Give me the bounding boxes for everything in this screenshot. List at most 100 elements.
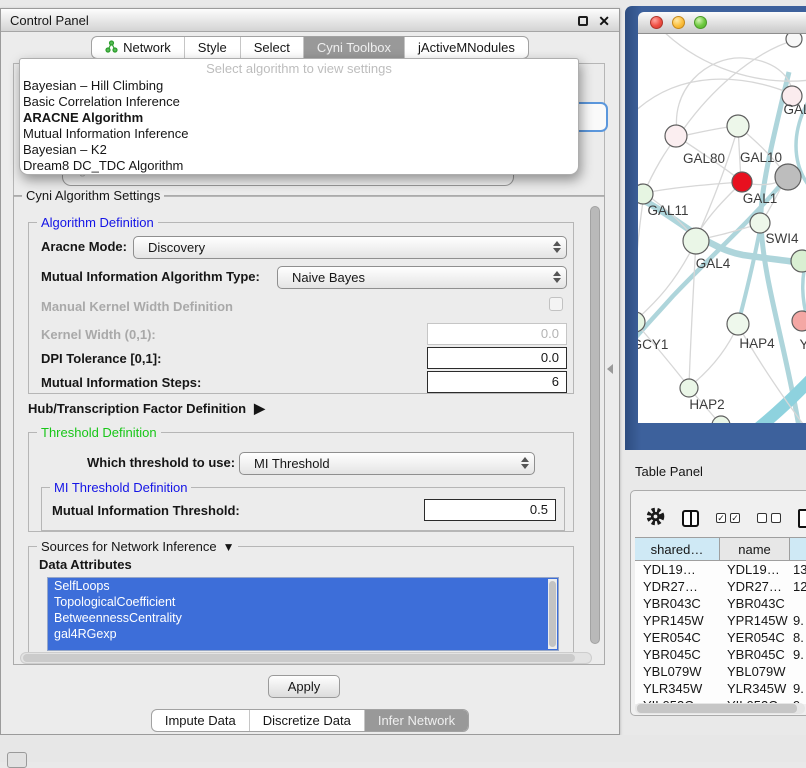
float-window-icon[interactable]	[578, 16, 588, 26]
column-header[interactable]: shared…	[635, 538, 719, 560]
network-node-hap4[interactable]	[727, 313, 749, 335]
network-node-gal4[interactable]	[683, 228, 709, 254]
which-threshold-combobox[interactable]: MI Threshold	[239, 452, 535, 475]
data-attribute-item[interactable]: gal4RGexp	[48, 626, 558, 642]
mi-threshold-definition-group: MI Threshold Definition Mutual Informati…	[41, 487, 565, 531]
status-strip	[0, 735, 806, 762]
settings-scrollbar[interactable]	[590, 206, 600, 644]
table-rows: YDL19…YDL19…13YDR27…YDR27…12YBR043CYBR04…	[635, 561, 806, 704]
network-node-y[interactable]	[792, 311, 806, 331]
table-row[interactable]: YBR043CYBR043C	[635, 595, 806, 612]
data-attributes-list[interactable]: SelfLoopsTopologicalCoefficientBetweenne…	[47, 577, 559, 651]
mi-threshold-definition-title: MI Threshold Definition	[50, 480, 191, 495]
table-toolbar: ✓✓	[646, 507, 806, 529]
table-cell: YDL19…	[635, 561, 719, 578]
tab-discretize-data[interactable]: Discretize Data	[249, 710, 364, 731]
new-table-icon[interactable]	[798, 509, 806, 528]
algorithm-option[interactable]: Bayesian – K2	[20, 142, 578, 158]
split-pane-collapse-arrow[interactable]	[607, 364, 613, 374]
tab-jactivemnodules[interactable]: jActiveMNodules	[404, 37, 528, 58]
columns-icon[interactable]	[682, 510, 699, 527]
attributes-scrollbar[interactable]	[548, 579, 557, 649]
table-row[interactable]: YBL079WYBL079W	[635, 663, 806, 680]
hub-definition-expander[interactable]: Hub/Transcription Factor Definition▶	[28, 400, 265, 417]
network-window-titlebar	[638, 12, 806, 34]
data-attribute-item[interactable]: TopologicalCoefficient	[48, 594, 558, 610]
network-node-gal1[interactable]	[732, 172, 752, 192]
table-cell	[789, 595, 806, 612]
data-attribute-item[interactable]: BetweennessCentrality	[48, 610, 558, 626]
network-node[interactable]	[791, 250, 806, 272]
mi-steps-label: Mutual Information Steps:	[41, 375, 201, 390]
mi-threshold-field[interactable]: 0.5	[424, 499, 556, 521]
collapse-arrow-icon[interactable]: ▼	[223, 540, 235, 554]
network-node[interactable]	[775, 164, 801, 190]
network-node-gal11[interactable]	[638, 184, 653, 204]
control-panel-tabbar: Network Style Select Cyni Toolbox jActiv…	[1, 36, 619, 59]
gear-icon[interactable]	[646, 507, 665, 529]
tab-select[interactable]: Select	[240, 37, 303, 58]
control-panel-window: Control Panel ✕ Network Style Select Cyn…	[0, 8, 620, 735]
algorithm-option[interactable]: Dream8 DC_TDC Algorithm	[20, 158, 578, 174]
table-cell: YBL079W	[635, 663, 719, 680]
table-row[interactable]: YPR145WYPR145W9.	[635, 612, 806, 629]
data-attribute-item[interactable]: SelfLoops	[48, 578, 558, 594]
tab-label: Style	[198, 40, 227, 55]
tab-label: Select	[254, 40, 290, 55]
node-label: GCY1	[638, 337, 668, 352]
table-row[interactable]: YDL19…YDL19…13	[635, 561, 806, 578]
table-row[interactable]: YDR27…YDR27…12	[635, 578, 806, 595]
algorithm-option[interactable]: Mutual Information Inference	[20, 126, 578, 142]
node-label: Y	[799, 337, 806, 352]
minimize-traffic-light-icon[interactable]	[672, 16, 685, 29]
window-buttons: ✕	[578, 9, 610, 32]
zoom-traffic-light-icon[interactable]	[694, 16, 707, 29]
table-row[interactable]: YER054CYER054C8.	[635, 629, 806, 646]
corner-panel-icon[interactable]	[7, 752, 27, 768]
expand-arrow-icon[interactable]: ▶	[254, 400, 265, 416]
column-header[interactable]: A	[789, 538, 806, 560]
network-node-swi4[interactable]	[750, 213, 770, 233]
tab-infer-network[interactable]: Infer Network	[364, 710, 468, 731]
node-label: GAL11	[647, 203, 688, 218]
mi-type-label: Mutual Information Algorithm Type:	[41, 269, 260, 284]
sources-title-text: Sources for Network Inference	[41, 539, 217, 554]
column-header[interactable]: name	[719, 538, 789, 560]
table-cell: YBR043C	[719, 595, 789, 612]
network-node[interactable]	[786, 34, 802, 47]
algorithm-option[interactable]: ARACNE Algorithm	[20, 110, 578, 126]
algorithm-option[interactable]: Bayesian – Hill Climbing	[20, 78, 578, 94]
manual-kernel-checkbox[interactable]	[549, 297, 563, 311]
network-node-gal10[interactable]	[727, 115, 749, 137]
deselect-all-checkboxes-icon[interactable]	[757, 513, 781, 523]
tab-cyni-toolbox[interactable]: Cyni Toolbox	[303, 37, 404, 58]
table-row[interactable]: YLR345WYLR345W9.	[635, 680, 806, 697]
algorithm-option[interactable]: Basic Correlation Inference	[20, 94, 578, 110]
tab-label: Infer Network	[378, 713, 455, 728]
table-cell: YBL079W	[719, 663, 789, 680]
mi-steps-field[interactable]: 6	[427, 371, 567, 393]
settings-group-title: Cyni Algorithm Settings	[22, 188, 164, 203]
close-traffic-light-icon[interactable]	[650, 16, 663, 29]
table-row[interactable]: YBR045CYBR045C9.	[635, 646, 806, 663]
tab-impute-data[interactable]: Impute Data	[152, 710, 249, 731]
close-icon[interactable]: ✕	[598, 16, 610, 26]
algorithm-dropdown-items: Bayesian – Hill ClimbingBasic Correlatio…	[20, 78, 578, 174]
settings-horizontal-scrollbar[interactable]	[20, 652, 592, 664]
select-all-checkboxes-icon[interactable]: ✓✓	[716, 513, 740, 523]
network-edges-teal	[638, 72, 806, 423]
tab-network[interactable]: Network	[92, 37, 184, 58]
control-panel-titlebar: Control Panel ✕	[1, 9, 619, 32]
network-node-gal80[interactable]	[665, 125, 687, 147]
table-cell: YDR27…	[719, 578, 789, 595]
node-label: GAL	[783, 102, 806, 117]
apply-button[interactable]: Apply	[268, 675, 340, 698]
network-canvas[interactable]: GALGAL80GAL10GAL1GAL11SWI4GAL4GCY1HAP4YH…	[638, 34, 806, 423]
tab-style[interactable]: Style	[184, 37, 240, 58]
dpi-tolerance-field[interactable]: 0.0	[427, 347, 567, 369]
network-node-hap2[interactable]	[680, 379, 698, 397]
kernel-width-field[interactable]: 0.0	[427, 323, 567, 345]
table-horizontal-scrollbar[interactable]	[635, 703, 805, 714]
mi-type-combobox[interactable]: Naive Bayes	[277, 266, 567, 289]
aracne-mode-combobox[interactable]: Discovery	[133, 236, 567, 259]
